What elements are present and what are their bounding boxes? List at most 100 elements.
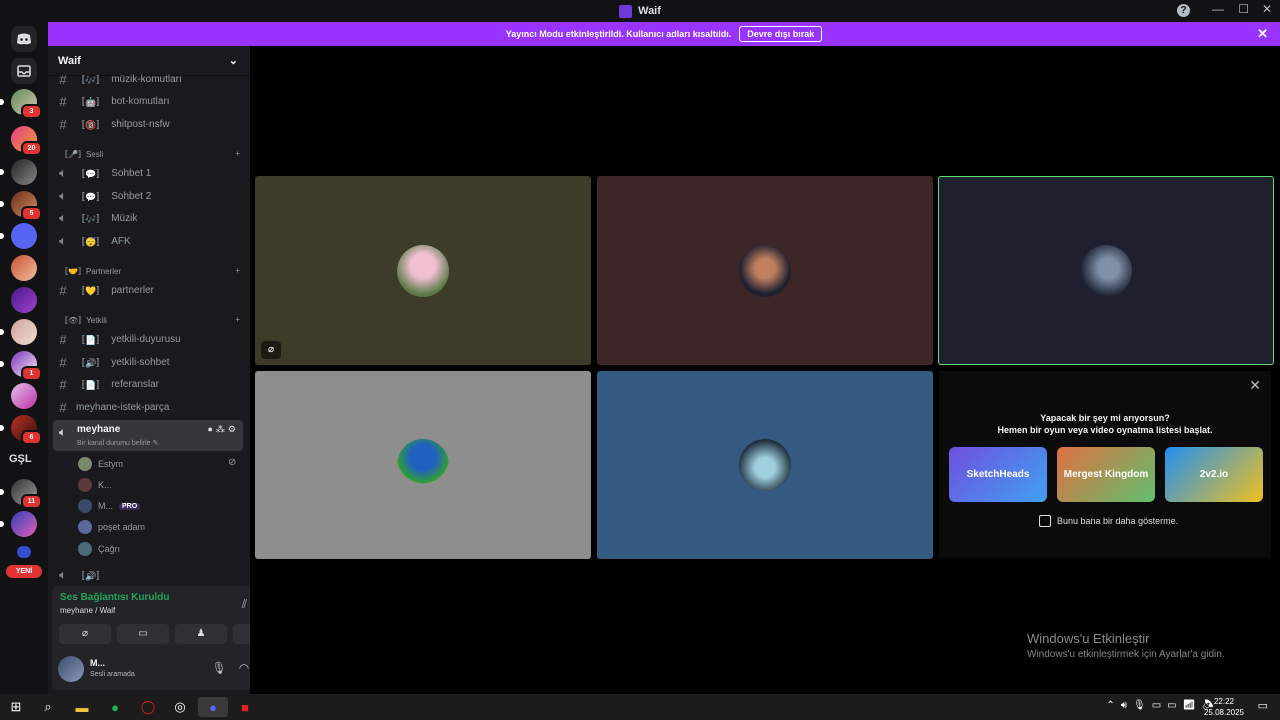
promo-title: Yapacak bir şey mi arıyorsun? bbox=[1040, 413, 1170, 423]
voice-channel-item[interactable]: 🔈︎ 〚🎶〛 Müzik bbox=[56, 208, 244, 228]
voice-member[interactable]: Estym bbox=[78, 455, 123, 473]
channel-name: AFK bbox=[111, 235, 131, 247]
voice-member[interactable]: K... bbox=[78, 476, 112, 494]
activation-subtitle: Windows'u etkinleştirmek için Ayarlar'a … bbox=[1027, 649, 1225, 660]
channel-item[interactable]: # 〚📄〛 yetkili-duyurusu bbox=[56, 329, 244, 349]
plus-icon[interactable]: + bbox=[235, 315, 240, 326]
voice-channel-item[interactable]: 🔈︎ 〚💬〛 Sohbet 1 bbox=[56, 163, 244, 183]
game-mergest-kingdom[interactable]: Mergest Kingdom bbox=[1057, 447, 1155, 502]
clock[interactable]: 22:22 25.08.2025 bbox=[1204, 696, 1244, 718]
minimize-button[interactable]: — bbox=[1212, 2, 1224, 16]
participant-tile[interactable] bbox=[597, 371, 933, 559]
server-icon[interactable] bbox=[0, 511, 37, 537]
server-icon[interactable] bbox=[0, 159, 37, 185]
channel-emoji: 〚🔊〛 bbox=[76, 357, 106, 368]
participant-tile[interactable] bbox=[255, 371, 591, 559]
active-voice-channel[interactable]: 🔈︎ meyhane Bir kanal durumu belirle ✎ ●⁂… bbox=[53, 420, 243, 451]
server-icon[interactable] bbox=[0, 223, 37, 249]
speaker-icon: 🔈︎ bbox=[59, 233, 67, 248]
folder-icon[interactable] bbox=[17, 546, 31, 558]
avatar bbox=[397, 439, 449, 491]
server-icon[interactable] bbox=[0, 319, 37, 345]
channel-item[interactable]: # meyhane-istek-parça bbox=[56, 397, 244, 417]
opera-icon[interactable]: ◯ bbox=[136, 697, 160, 717]
member-name: poşet adam bbox=[98, 522, 146, 532]
server-icon[interactable]: 3 bbox=[0, 89, 42, 119]
voice-status[interactable]: Ses Bağlantısı Kuruldu bbox=[60, 592, 169, 603]
game-2v2io[interactable]: 2v2.io bbox=[1165, 447, 1263, 502]
server-icon[interactable]: 5 bbox=[0, 191, 42, 221]
activity-button[interactable]: ♟ bbox=[175, 624, 227, 644]
mic-headset-settings-icons[interactable]: 🎙︎◠⚙ bbox=[212, 661, 250, 675]
screen-share-button[interactable]: ▭ bbox=[117, 624, 169, 644]
plus-icon[interactable]: + bbox=[235, 149, 240, 160]
channel-item[interactable]: # 〚💛〛 partnerler bbox=[56, 280, 244, 300]
channel-item[interactable]: # 〚🤖〛 bot-komutları bbox=[56, 91, 244, 111]
discord-home-icon[interactable] bbox=[11, 26, 37, 52]
spotify-icon[interactable]: ● bbox=[103, 697, 127, 717]
user-panel: M... Sesli aramada 🎙︎◠⚙ bbox=[52, 650, 250, 690]
mention-badge: 11 bbox=[21, 494, 42, 509]
discord-taskbar-icon[interactable]: ● bbox=[198, 697, 228, 717]
voice-member[interactable]: M... PRO bbox=[78, 497, 141, 515]
channel-item[interactable]: # 〚📄〛 referanslar bbox=[56, 374, 244, 394]
channel-name: yetkili-sohbet bbox=[111, 356, 170, 368]
plus-icon[interactable]: + bbox=[235, 266, 240, 277]
channel-item[interactable]: # 〚🎶〛 müzik-komutları bbox=[56, 69, 244, 89]
notification-icon[interactable]: ▭ bbox=[1258, 699, 1268, 712]
server-icon[interactable]: 1 bbox=[0, 351, 42, 381]
avatar bbox=[739, 244, 791, 297]
channel-status[interactable]: Bir kanal durumu belirle ✎ bbox=[77, 439, 158, 447]
file-explorer-icon[interactable]: ▬ bbox=[70, 697, 94, 717]
server-icon[interactable] bbox=[11, 287, 37, 313]
voice-member[interactable]: poşet adam bbox=[78, 518, 145, 536]
camera-off-button[interactable]: ⌀ bbox=[59, 624, 111, 644]
channel-name: bot-komutları bbox=[111, 95, 170, 107]
noise-and-disconnect-icons[interactable]: ⫽☎ bbox=[242, 597, 250, 612]
channel-action-icons[interactable]: ●⁂⚙ bbox=[207, 424, 239, 435]
gsl-server-label[interactable]: GŞL bbox=[9, 453, 32, 465]
channel-item[interactable]: # 〚🔞〛 shitpost-nsfw bbox=[56, 114, 244, 134]
help-icon[interactable]: ? bbox=[1177, 4, 1190, 17]
server-icon[interactable]: 20 bbox=[11, 126, 42, 156]
voice-channel-item[interactable]: 🔈︎ 〚💬〛 Sohbet 2 bbox=[56, 186, 244, 206]
voice-member[interactable]: Çağrı bbox=[78, 540, 120, 558]
category-partnerler[interactable]: 〚🤝〛Partnerler + bbox=[60, 266, 240, 277]
disable-streamer-mode-button[interactable]: Devre dışı bırak bbox=[739, 26, 823, 42]
checkbox-label[interactable]: Bunu bana bir daha gösterme. bbox=[1057, 516, 1178, 526]
close-window-button[interactable]: ✕ bbox=[1262, 2, 1272, 16]
participant-tile[interactable] bbox=[597, 176, 933, 365]
close-icon[interactable]: ✕ bbox=[1249, 377, 1261, 394]
voice-channel-item[interactable]: 🔈︎ 〚🔊〛 bbox=[56, 565, 244, 585]
app-icon[interactable]: ◎ bbox=[168, 697, 192, 717]
dont-show-checkbox[interactable] bbox=[1039, 515, 1051, 527]
avatar[interactable] bbox=[58, 656, 84, 682]
hashtag-icon: # bbox=[59, 376, 67, 392]
maximize-button[interactable]: ☐ bbox=[1238, 2, 1249, 16]
hashtag-icon: # bbox=[59, 399, 67, 415]
voice-location[interactable]: meyhane / Waif bbox=[60, 606, 115, 615]
clock-date: 25.08.2025 bbox=[1203, 708, 1244, 717]
voice-channel-item[interactable]: 🔈︎ 〚😴〛 AFK bbox=[56, 231, 244, 251]
soundboard-button[interactable]: ✦ bbox=[233, 624, 250, 644]
close-icon[interactable]: ✕ bbox=[1257, 26, 1268, 42]
windows-activation-watermark: Windows'u Etkinleştir Windows'u etkinleş… bbox=[1027, 631, 1225, 660]
inbox-icon[interactable] bbox=[11, 58, 37, 84]
participant-tile-speaking[interactable] bbox=[938, 176, 1274, 365]
server-icon[interactable] bbox=[11, 255, 37, 281]
search-icon[interactable]: ⌕ bbox=[36, 697, 60, 717]
server-icon[interactable]: 6 bbox=[0, 415, 42, 445]
server-icon[interactable] bbox=[11, 383, 37, 409]
server-icon[interactable]: 11 bbox=[0, 479, 42, 509]
channel-item[interactable]: # 〚🔊〛 yetkili-sohbet bbox=[56, 352, 244, 372]
system-tray-icons[interactable]: ⌃🔊︎🎙︎▭▭📶︎🔈︎ bbox=[1106, 700, 1220, 711]
pro-badge: PRO bbox=[119, 502, 141, 510]
participant-tile[interactable]: ⌀ bbox=[255, 176, 591, 365]
category-sesli[interactable]: 〚🎤〛Sesli + bbox=[60, 149, 240, 160]
channel-emoji: 〚💛〛 bbox=[76, 285, 106, 296]
game-sketchheads[interactable]: SketchHeads bbox=[949, 447, 1047, 502]
windows-start-icon[interactable]: ⊞ bbox=[4, 697, 28, 717]
mention-badge: 3 bbox=[21, 104, 42, 119]
app-icon[interactable]: ■ bbox=[233, 697, 257, 717]
category-yetkili[interactable]: 〚👁〛Yetkili + bbox=[60, 315, 240, 326]
